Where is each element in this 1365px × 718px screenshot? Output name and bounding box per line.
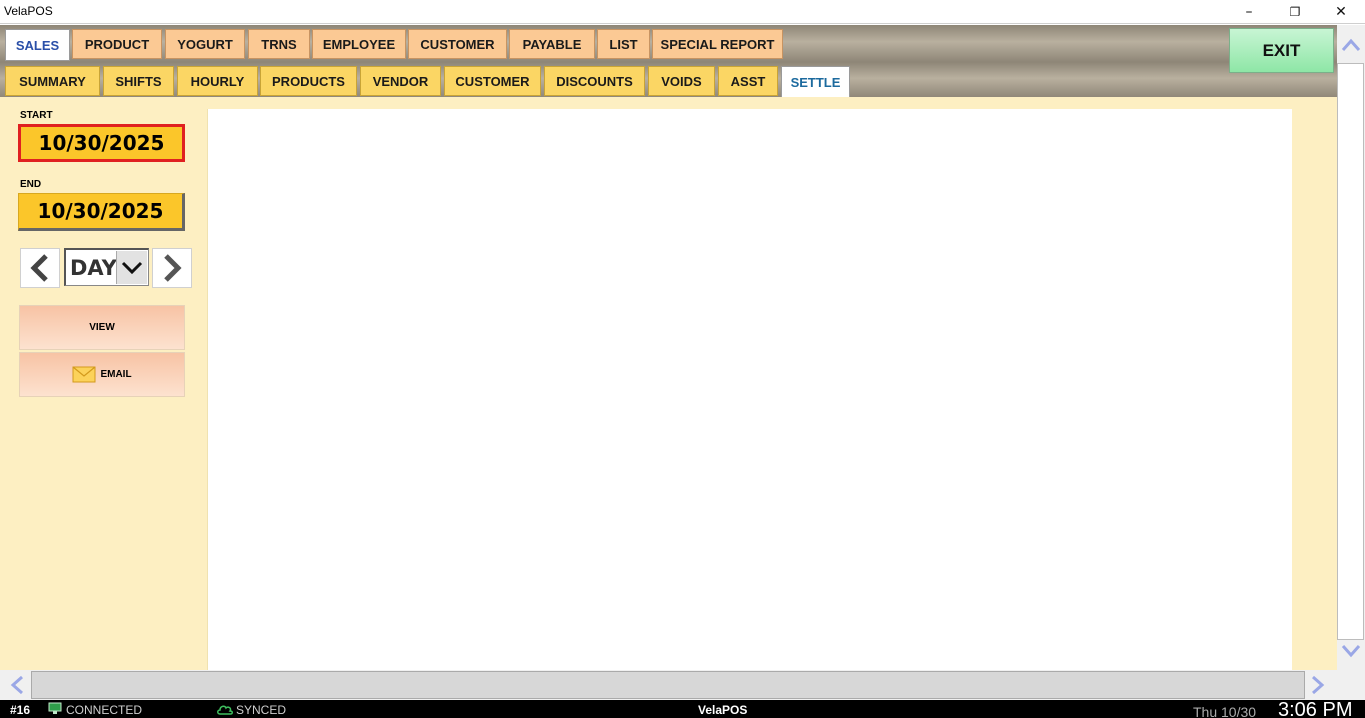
email-button[interactable]: EMAIL — [19, 352, 185, 397]
chevron-right-icon — [164, 254, 182, 282]
chevron-down-icon[interactable] — [116, 251, 147, 284]
sub-tab-bar: SUMMARY SHIFTS HOURLY PRODUCTS VENDOR CU… — [0, 62, 1337, 98]
view-button-label: VIEW — [89, 322, 115, 333]
subtab-discounts[interactable]: DISCOUNTS — [544, 66, 645, 96]
tab-list[interactable]: LIST — [597, 29, 650, 59]
status-bar: #16 CONNECTED SYNCED VelaPOS Thu 10/30 3… — [0, 699, 1365, 718]
scroll-right-button[interactable] — [1305, 672, 1331, 698]
status-time: 3:06 PM — [1278, 699, 1353, 718]
report-content-area — [207, 109, 1292, 670]
subtab-vendor[interactable]: VENDOR — [360, 66, 441, 96]
close-button[interactable]: ✕ — [1318, 0, 1364, 24]
subtab-summary[interactable]: SUMMARY — [5, 66, 100, 96]
cloud-icon — [216, 703, 234, 718]
status-date: Thu 10/30 — [1193, 704, 1257, 718]
exit-button[interactable]: EXIT — [1229, 28, 1334, 73]
chevron-left-icon — [10, 675, 23, 695]
vertical-scroll-thumb[interactable] — [1337, 63, 1364, 640]
start-date-field[interactable]: 10/30/2025 — [18, 124, 185, 162]
chevron-right-icon — [1312, 675, 1325, 695]
subtab-settle[interactable]: SETTLE — [781, 66, 850, 98]
subtab-customer[interactable]: CUSTOMER — [444, 66, 541, 96]
horizontal-scroll-thumb[interactable] — [31, 671, 1305, 699]
view-button[interactable]: VIEW — [19, 305, 185, 350]
subtab-shifts[interactable]: SHIFTS — [103, 66, 174, 96]
main-tab-bar: SALES PRODUCT YOGURT TRNS EMPLOYEE CUSTO… — [0, 25, 1337, 62]
period-select[interactable]: DAY — [64, 248, 149, 286]
vertical-scrollbar[interactable] — [1337, 25, 1365, 670]
previous-period-button[interactable] — [20, 248, 60, 288]
tab-trns[interactable]: TRNS — [248, 29, 310, 59]
subtab-hourly[interactable]: HOURLY — [177, 66, 258, 96]
scroll-left-button[interactable] — [4, 672, 30, 698]
tab-customer[interactable]: CUSTOMER — [408, 29, 507, 59]
envelope-icon — [72, 366, 96, 383]
title-bar: VelaPOS – ❐ ✕ — [0, 0, 1365, 24]
report-panel: START 10/30/2025 END 10/30/2025 DAY VIEW… — [0, 97, 1337, 670]
scroll-down-button[interactable] — [1337, 637, 1365, 665]
maximize-button[interactable]: ❐ — [1272, 0, 1318, 24]
tab-sales[interactable]: SALES — [5, 29, 70, 61]
chevron-down-icon — [1341, 645, 1361, 658]
tab-yogurt[interactable]: YOGURT — [165, 29, 245, 59]
start-label: START — [20, 110, 53, 121]
window-title: VelaPOS — [4, 4, 53, 18]
chevron-up-icon — [1341, 38, 1361, 51]
scroll-up-button[interactable] — [1337, 31, 1365, 59]
connection-icon — [48, 702, 62, 718]
subtab-products[interactable]: PRODUCTS — [260, 66, 357, 96]
tab-payable[interactable]: PAYABLE — [509, 29, 595, 59]
terminal-number: #16 — [10, 703, 31, 717]
chevron-left-icon — [30, 254, 48, 282]
app-name: VelaPOS — [698, 703, 748, 717]
end-date-field[interactable]: 10/30/2025 — [18, 193, 185, 231]
tab-special-report[interactable]: SPECIAL REPORT — [652, 29, 783, 59]
subtab-voids[interactable]: VOIDS — [648, 66, 715, 96]
end-label: END — [20, 179, 42, 190]
subtab-asst[interactable]: ASST — [718, 66, 778, 96]
sync-status: SYNCED — [236, 703, 287, 717]
horizontal-scrollbar[interactable] — [0, 670, 1365, 700]
tab-product[interactable]: PRODUCT — [72, 29, 162, 59]
next-period-button[interactable] — [152, 248, 192, 288]
minimize-button[interactable]: – — [1226, 0, 1272, 24]
period-value: DAY — [70, 256, 117, 280]
tab-employee[interactable]: EMPLOYEE — [312, 29, 406, 59]
connection-status: CONNECTED — [66, 703, 143, 717]
email-button-label: EMAIL — [100, 369, 132, 380]
